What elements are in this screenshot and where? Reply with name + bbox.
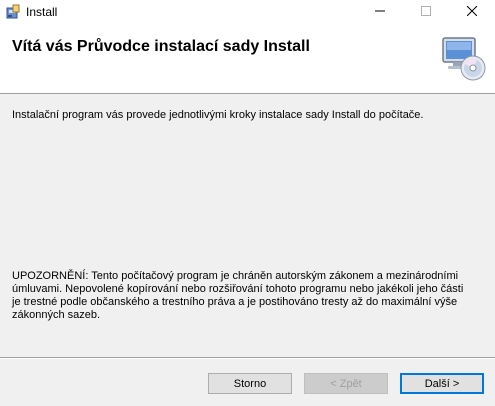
close-icon xyxy=(466,3,478,21)
next-button[interactable]: Další > xyxy=(400,373,484,394)
installer-icon xyxy=(5,4,21,20)
copyright-warning: UPOZORNĚNÍ: Tento počítačový program je … xyxy=(12,270,464,321)
minimize-icon xyxy=(375,3,385,21)
title-bar[interactable]: Install xyxy=(0,0,495,24)
computer-cd-icon xyxy=(439,34,487,82)
back-button[interactable]: < Zpět xyxy=(304,373,388,394)
intro-text: Instalační program vás provede jednotliv… xyxy=(12,109,424,121)
maximize-icon xyxy=(421,3,431,21)
close-button[interactable] xyxy=(449,0,495,24)
footer-divider xyxy=(0,357,495,359)
page-title: Vítá vás Průvodce instalací sady Install xyxy=(12,38,310,55)
minimize-button[interactable] xyxy=(357,0,403,24)
maximize-button[interactable] xyxy=(403,0,449,24)
cancel-button[interactable]: Storno xyxy=(208,373,292,394)
installer-window: Install Vítá vás Průvodce instalací sady… xyxy=(0,0,495,406)
window-title: Install xyxy=(26,5,58,19)
header-banner: Vítá vás Průvodce instalací sady Install xyxy=(0,24,495,94)
